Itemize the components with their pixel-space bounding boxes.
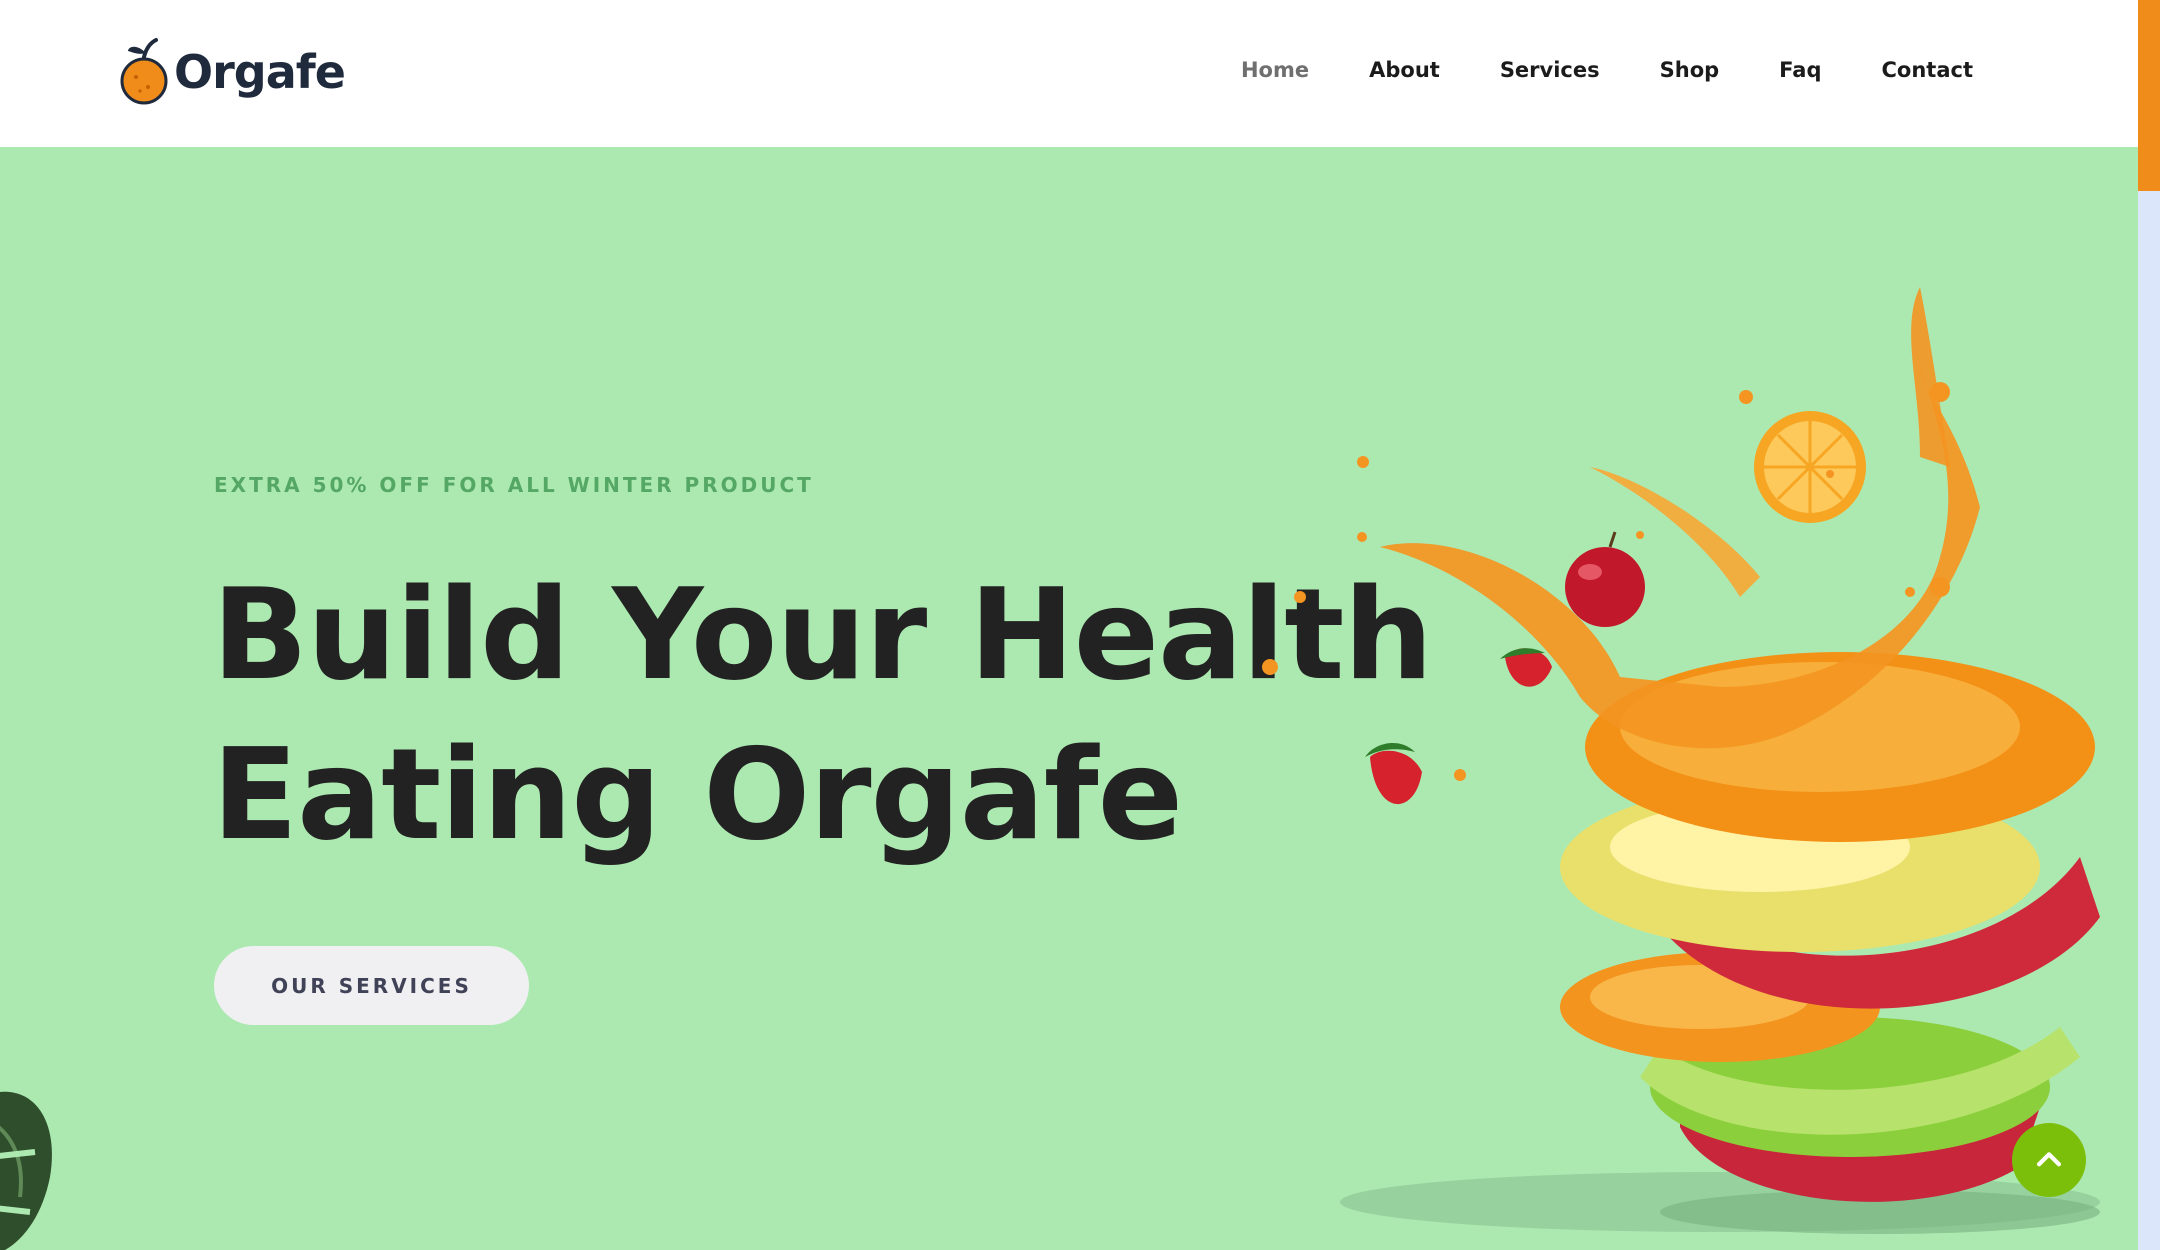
promo-tagline: EXTRA 50% OFF FOR ALL WINTER PRODUCT [214, 473, 814, 497]
scrollbar-thumb[interactable] [2138, 0, 2160, 191]
fruit-stack-image [1262, 287, 2100, 1234]
main-nav: Home About Services Shop Faq Contact [1181, 58, 1973, 82]
back-to-top-button[interactable] [2012, 1123, 2086, 1197]
orange-fruit-icon [120, 38, 168, 105]
our-services-button[interactable]: OUR SERVICES [214, 946, 529, 1025]
nav-item-about[interactable]: About [1369, 58, 1440, 82]
chevron-up-icon [2036, 1152, 2062, 1167]
nav-item-services[interactable]: Services [1500, 58, 1600, 82]
nav-item-faq[interactable]: Faq [1779, 58, 1821, 82]
nav-item-home[interactable]: Home [1241, 58, 1309, 82]
monstera-leaf-decoration [0, 1091, 52, 1250]
nav-item-shop[interactable]: Shop [1660, 58, 1720, 82]
hero-section: EXTRA 50% OFF FOR ALL WINTER PRODUCT Bui… [0, 147, 2138, 1250]
site-header: Orgafe Home About Services Shop Faq Cont… [0, 0, 2138, 147]
brand-name: Orgafe [174, 45, 346, 99]
nav-item-contact[interactable]: Contact [1882, 58, 1974, 82]
brand-logo[interactable]: Orgafe [118, 34, 346, 110]
page-scrollbar[interactable] [2138, 0, 2160, 1250]
